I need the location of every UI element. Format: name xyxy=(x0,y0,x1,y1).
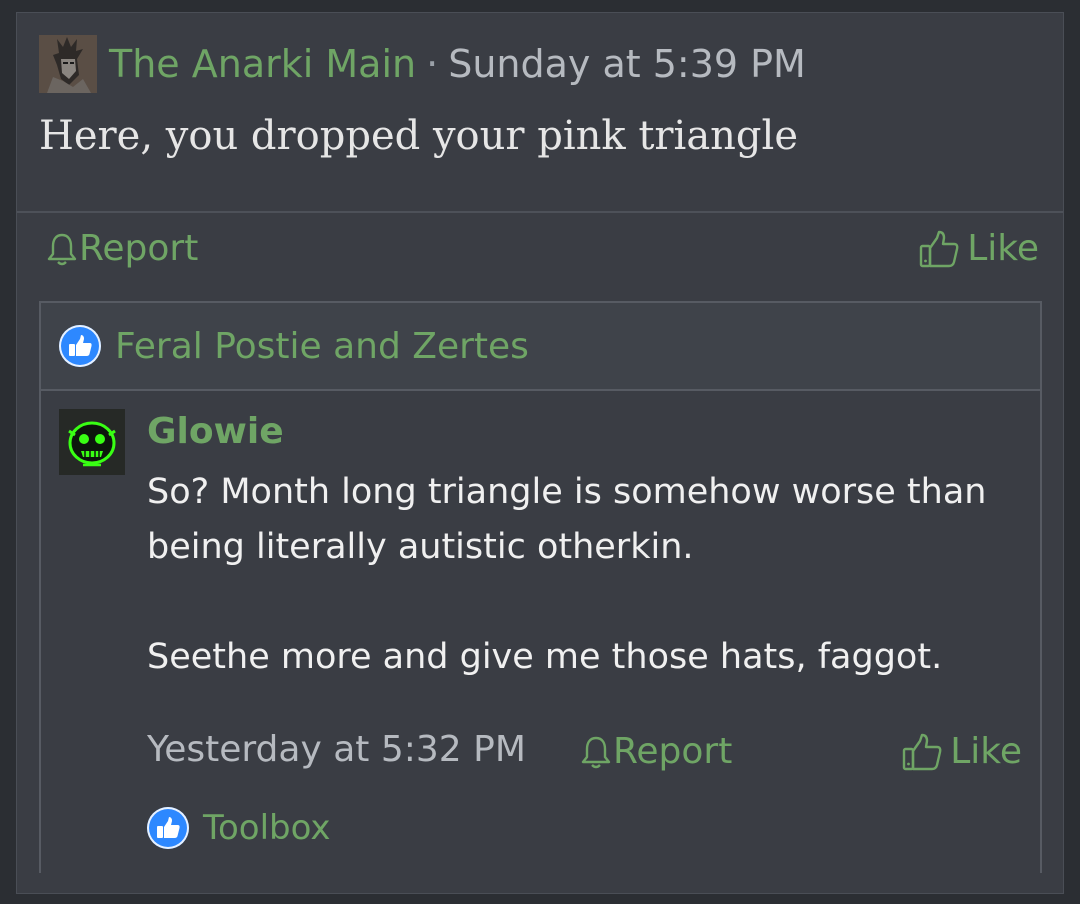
report-button[interactable]: Report xyxy=(45,228,198,269)
reply-author-link[interactable]: Glowie xyxy=(147,411,284,452)
reply-avatar-icon xyxy=(59,409,125,475)
thumbs-up-icon xyxy=(920,230,959,267)
thumbs-up-icon xyxy=(903,733,942,770)
like-reaction-icon xyxy=(59,325,101,367)
likes-names-link[interactable]: Feral Postie and Zertes xyxy=(115,326,529,367)
post-timestamp[interactable]: Sunday at 5:39 PM xyxy=(448,42,806,86)
report-label: Report xyxy=(79,228,199,269)
like-button[interactable]: Like xyxy=(917,228,1039,269)
reply-like-label: Like xyxy=(950,731,1022,772)
reply-likes-names-link[interactable]: Toolbox xyxy=(203,808,331,848)
post-author-link[interactable]: The Anarki Main xyxy=(109,42,416,86)
post-container: The Anarki Main · Sunday at 5:39 PM Here… xyxy=(16,12,1064,894)
like-reaction-icon xyxy=(147,807,189,849)
bell-icon xyxy=(581,736,611,768)
reply-avatar[interactable] xyxy=(59,409,125,475)
bell-icon xyxy=(47,233,77,265)
reply-report-label: Report xyxy=(613,731,733,772)
post-divider xyxy=(17,211,1063,213)
reply-like-button[interactable]: Like xyxy=(900,731,1022,772)
post-body-text: Here, you dropped your pink triangle xyxy=(39,113,799,159)
like-label: Like xyxy=(967,228,1039,269)
header-separator: · xyxy=(426,42,439,86)
likes-summary[interactable]: Feral Postie and Zertes xyxy=(59,325,529,367)
reply-timestamp[interactable]: Yesterday at 5:32 PM xyxy=(147,729,526,770)
reply-report-button[interactable]: Report xyxy=(579,731,732,772)
reply-paragraph: Seethe more and give me those hats, fagg… xyxy=(147,637,943,677)
user-avatar-icon xyxy=(39,35,97,93)
reply-likes-summary[interactable]: Toolbox xyxy=(147,807,331,849)
reply-body-text: So? Month long triangle is somehow worse… xyxy=(147,465,1027,685)
likes-and-reply-block: Feral Postie and Zertes Glowie So? Month xyxy=(39,301,1042,873)
reply-paragraph: So? Month long triangle is somehow worse… xyxy=(147,472,987,567)
user-avatar[interactable] xyxy=(39,35,97,93)
reply-message: Glowie So? Month long triangle is someho… xyxy=(41,391,1040,873)
post-header: The Anarki Main · Sunday at 5:39 PM xyxy=(39,35,806,93)
